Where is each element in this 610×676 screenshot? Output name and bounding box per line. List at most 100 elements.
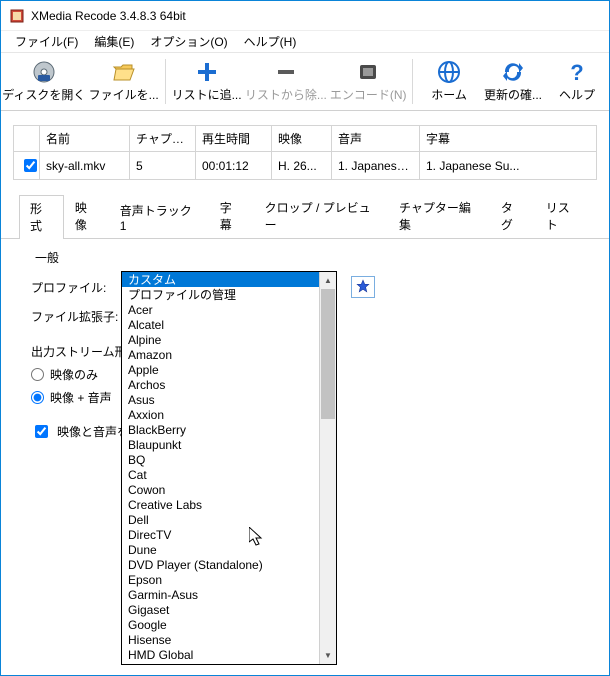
sync-checkbox[interactable] bbox=[35, 425, 48, 438]
toolbar-separator bbox=[165, 59, 166, 104]
dropdown-item[interactable]: BlackBerry bbox=[122, 422, 319, 437]
home-label: ホーム bbox=[431, 86, 467, 103]
dropdown-item[interactable]: Cowon bbox=[122, 482, 319, 497]
dropdown-item[interactable]: Archos bbox=[122, 377, 319, 392]
open-file-button[interactable]: ファイルを... bbox=[87, 53, 161, 110]
format-panel: 一般 プロファイル: Apple ファイル拡張子: 出力スト bbox=[1, 239, 609, 441]
dropdown-item[interactable]: Google bbox=[122, 617, 319, 632]
open-disc-button[interactable]: ディスクを開く bbox=[1, 53, 87, 110]
cell-video: H. 26... bbox=[272, 152, 332, 180]
refresh-icon bbox=[501, 60, 525, 84]
dropdown-item[interactable]: Honor bbox=[122, 662, 319, 664]
table-row[interactable]: sky-all.mkv 5 00:01:12 H. 26... 1. Japan… bbox=[14, 152, 597, 180]
menu-edit[interactable]: 編集(E) bbox=[86, 31, 142, 52]
col-name[interactable]: 名前 bbox=[40, 126, 130, 152]
profile-dropdown-popup: カスタムプロファイルの管理AcerAlcatelAlpineAmazonAppl… bbox=[121, 271, 337, 665]
table-header-row: 名前 チャプター 再生時間 映像 音声 字幕 bbox=[14, 126, 597, 152]
dropdown-item[interactable]: Blaupunkt bbox=[122, 437, 319, 452]
radio-video-only-label: 映像のみ bbox=[50, 366, 98, 383]
menu-help[interactable]: ヘルプ(H) bbox=[236, 31, 305, 52]
add-list-button[interactable]: リストに追... bbox=[170, 53, 244, 110]
dropdown-item[interactable]: DVD Player (Standalone) bbox=[122, 557, 319, 572]
tabbar: 形式 映像 音声トラック 1 字幕 クロップ / プレビュー チャプター編集 タ… bbox=[1, 188, 609, 239]
dropdown-item[interactable]: Alcatel bbox=[122, 317, 319, 332]
scroll-down-arrow[interactable]: ▼ bbox=[320, 647, 336, 664]
menu-options[interactable]: オプション(O) bbox=[142, 31, 235, 52]
profile-label: プロファイル: bbox=[31, 279, 121, 296]
dropdown-item[interactable]: DirecTV bbox=[122, 527, 319, 542]
dropdown-scrollbar[interactable]: ▲ ▼ bbox=[319, 272, 336, 664]
tab-crop[interactable]: クロップ / プレビュー bbox=[254, 194, 388, 238]
tab-format[interactable]: 形式 bbox=[19, 195, 64, 239]
home-button[interactable]: ホーム bbox=[417, 53, 481, 110]
favorite-button[interactable] bbox=[351, 276, 375, 298]
star-icon bbox=[356, 279, 370, 296]
encode-label: エンコード(N) bbox=[330, 86, 407, 103]
col-check bbox=[14, 126, 40, 152]
tab-sub[interactable]: 字幕 bbox=[209, 194, 254, 238]
folder-open-icon bbox=[112, 60, 136, 84]
dropdown-item[interactable]: Gigaset bbox=[122, 602, 319, 617]
dropdown-list[interactable]: カスタムプロファイルの管理AcerAlcatelAlpineAmazonAppl… bbox=[122, 272, 319, 664]
help-button[interactable]: ? ヘルプ bbox=[545, 53, 609, 110]
dropdown-item[interactable]: Apple bbox=[122, 362, 319, 377]
dropdown-item[interactable]: Garmin-Asus bbox=[122, 587, 319, 602]
menubar: ファイル(F) 編集(E) オプション(O) ヘルプ(H) bbox=[1, 31, 609, 53]
toolbar: ディスクを開く ファイルを... リストに追... リストから除... エンコ bbox=[1, 53, 609, 111]
scroll-up-arrow[interactable]: ▲ bbox=[320, 272, 336, 289]
row-checkbox-cell[interactable] bbox=[14, 152, 40, 180]
dropdown-item[interactable]: Epson bbox=[122, 572, 319, 587]
globe-icon bbox=[437, 60, 461, 84]
open-file-label: ファイルを... bbox=[89, 86, 159, 103]
file-list-area: 名前 チャプター 再生時間 映像 音声 字幕 sky-all.mkv 5 00:… bbox=[1, 111, 609, 188]
col-duration[interactable]: 再生時間 bbox=[196, 126, 272, 152]
tab-video[interactable]: 映像 bbox=[64, 194, 109, 238]
col-audio[interactable]: 音声 bbox=[332, 126, 420, 152]
col-video[interactable]: 映像 bbox=[272, 126, 332, 152]
dropdown-item[interactable]: Dune bbox=[122, 542, 319, 557]
cell-name: sky-all.mkv bbox=[40, 152, 130, 180]
tab-audio[interactable]: 音声トラック 1 bbox=[109, 197, 209, 238]
cell-duration: 00:01:12 bbox=[196, 152, 272, 180]
add-list-label: リストに追... bbox=[172, 86, 242, 103]
scroll-thumb[interactable] bbox=[321, 289, 335, 419]
dropdown-item[interactable]: Dell bbox=[122, 512, 319, 527]
dropdown-item[interactable]: Creative Labs bbox=[122, 497, 319, 512]
tab-list[interactable]: リスト bbox=[535, 194, 591, 238]
dropdown-item[interactable]: Amazon bbox=[122, 347, 319, 362]
remove-list-button: リストから除... bbox=[244, 53, 329, 110]
encode-button: エンコード(N) bbox=[328, 53, 408, 110]
dropdown-item[interactable]: HMD Global bbox=[122, 647, 319, 662]
dropdown-item[interactable]: Alpine bbox=[122, 332, 319, 347]
plus-icon bbox=[195, 60, 219, 84]
dropdown-item[interactable]: Axxion bbox=[122, 407, 319, 422]
dropdown-item[interactable]: Asus bbox=[122, 392, 319, 407]
radio-video-only[interactable] bbox=[31, 368, 44, 381]
menu-file[interactable]: ファイル(F) bbox=[7, 31, 86, 52]
radio-video-audio[interactable] bbox=[31, 391, 44, 404]
toolbar-separator bbox=[412, 59, 413, 104]
dropdown-item[interactable]: BQ bbox=[122, 452, 319, 467]
update-button[interactable]: 更新の確... bbox=[481, 53, 545, 110]
radio-video-audio-label: 映像 + 音声 bbox=[50, 389, 112, 406]
remove-list-label: リストから除... bbox=[245, 86, 327, 103]
cell-chapter: 5 bbox=[130, 152, 196, 180]
update-label: 更新の確... bbox=[484, 86, 542, 103]
minus-icon bbox=[274, 60, 298, 84]
col-subtitle[interactable]: 字幕 bbox=[420, 126, 597, 152]
dropdown-item[interactable]: Acer bbox=[122, 302, 319, 317]
dropdown-item[interactable]: Cat bbox=[122, 467, 319, 482]
dropdown-item[interactable]: プロファイルの管理 bbox=[122, 287, 319, 302]
tab-tag[interactable]: タグ bbox=[490, 194, 535, 238]
col-chapter[interactable]: チャプター bbox=[130, 126, 196, 152]
cell-audio: 1. Japanese... bbox=[332, 152, 420, 180]
ext-label: ファイル拡張子: bbox=[31, 308, 121, 325]
open-disc-label: ディスクを開く bbox=[2, 86, 85, 103]
file-table: 名前 チャプター 再生時間 映像 音声 字幕 sky-all.mkv 5 00:… bbox=[13, 125, 597, 180]
titlebar: XMedia Recode 3.4.8.3 64bit bbox=[1, 1, 609, 31]
dropdown-item[interactable]: Hisense bbox=[122, 632, 319, 647]
tab-chapter[interactable]: チャプター編集 bbox=[388, 194, 490, 238]
row-checkbox[interactable] bbox=[24, 159, 37, 172]
dropdown-item[interactable]: カスタム bbox=[122, 272, 319, 287]
window-title: XMedia Recode 3.4.8.3 64bit bbox=[31, 9, 186, 23]
